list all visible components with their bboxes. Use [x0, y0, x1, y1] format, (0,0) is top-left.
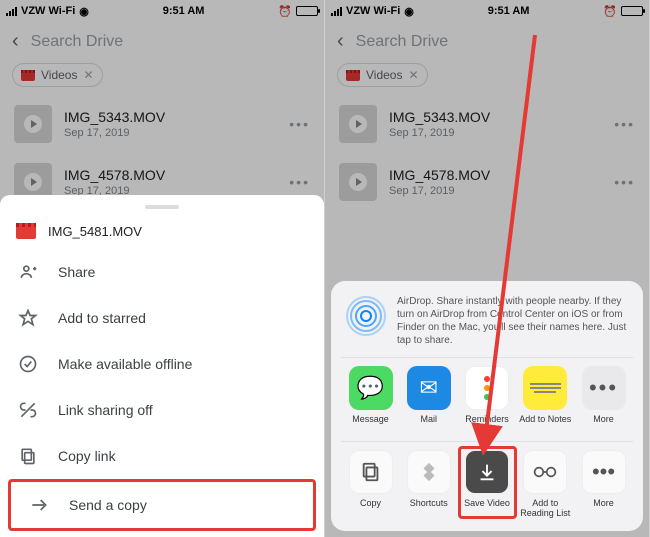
- person-add-icon: [18, 262, 38, 282]
- notes-icon: [523, 366, 567, 410]
- copy-icon: [18, 446, 38, 466]
- link-off-icon: [18, 400, 38, 420]
- star-icon: [18, 308, 38, 328]
- action-link-off[interactable]: Link sharing off: [0, 387, 324, 433]
- airdrop-icon[interactable]: [345, 295, 387, 337]
- share-actions-row: Copy Shortcuts Save Video Add to Readi: [341, 441, 633, 525]
- action-star[interactable]: Add to starred: [0, 295, 324, 341]
- send-icon: [29, 495, 49, 515]
- ios-share-sheet: AirDrop. Share instantly with people nea…: [331, 281, 643, 531]
- app-mail[interactable]: ✉ Mail: [401, 366, 456, 433]
- sheet-grabber[interactable]: [145, 205, 179, 209]
- reminders-icon: [465, 366, 509, 410]
- action-share[interactable]: Share: [0, 249, 324, 295]
- message-icon: 💬: [349, 366, 393, 410]
- app-notes[interactable]: Add to Notes: [518, 366, 573, 433]
- action-copy-link[interactable]: Copy link: [0, 433, 324, 479]
- share-apps-row: 💬 Message ✉ Mail Reminders: [341, 357, 633, 441]
- app-more[interactable]: ••• More: [576, 366, 631, 433]
- app-reminders[interactable]: Reminders: [460, 366, 515, 433]
- mail-icon: ✉: [407, 366, 451, 410]
- action-copy[interactable]: Copy: [343, 450, 398, 517]
- phone-right: VZW Wi-Fi ◉ 9:51 AM ⏰ ‹ Search Drive Vid…: [325, 0, 650, 537]
- check-circle-icon: [18, 354, 38, 374]
- bottom-sheet: IMG_5481.MOV Share Add to starred Make a…: [0, 195, 324, 537]
- airdrop-text: AirDrop. Share instantly with people nea…: [397, 295, 629, 347]
- action-more[interactable]: ••• More: [576, 450, 631, 517]
- clapper-icon: [16, 223, 36, 239]
- action-reading-list[interactable]: Add to Reading List: [518, 450, 573, 517]
- highlight-save-video: [458, 446, 517, 519]
- app-message[interactable]: 💬 Message: [343, 366, 398, 433]
- action-send-copy[interactable]: Send a copy: [8, 479, 316, 531]
- sheet-filename: IMG_5481.MOV: [48, 224, 142, 239]
- more-icon: •••: [582, 366, 626, 410]
- more-icon: •••: [582, 450, 626, 494]
- phone-left: VZW Wi-Fi ◉ 9:51 AM ⏰ ‹ Search Drive Vid…: [0, 0, 325, 537]
- action-offline[interactable]: Make available offline: [0, 341, 324, 387]
- action-save-video[interactable]: Save Video: [460, 450, 515, 517]
- shortcuts-icon: [407, 450, 451, 494]
- glasses-icon: [523, 450, 567, 494]
- copy-icon: [349, 450, 393, 494]
- action-shortcuts[interactable]: Shortcuts: [401, 450, 456, 517]
